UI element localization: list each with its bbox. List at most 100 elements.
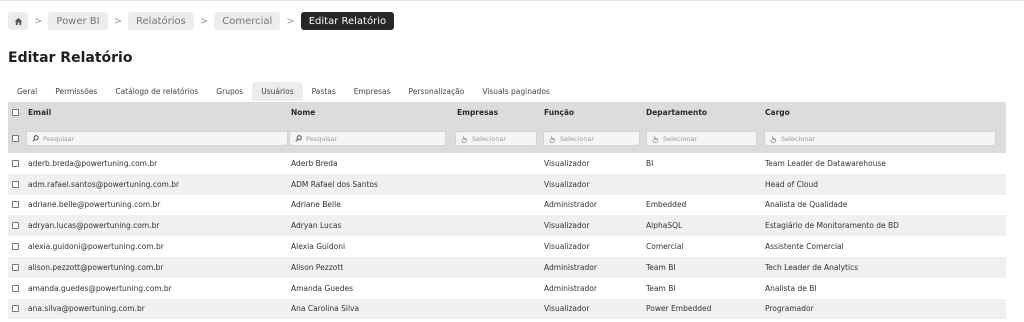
column-header-cargo[interactable]: Cargo <box>765 102 1005 123</box>
cell-cargo: Analista de BI <box>765 283 817 293</box>
email-search-input[interactable]: Pesquisar <box>26 131 288 146</box>
tab-empresas[interactable]: Empresas <box>345 82 400 101</box>
cell-email: alison.pezzott@powertuning.com.br <box>28 262 164 272</box>
pointer-icon <box>549 135 555 143</box>
table-row[interactable]: adriane.belle@powertuning.com.br Adriane… <box>8 195 1006 216</box>
tab-pastas[interactable]: Pastas <box>303 82 345 101</box>
cell-empresas <box>457 299 537 320</box>
column-header-departamento[interactable]: Departamento <box>646 102 758 123</box>
pointer-icon <box>652 135 658 143</box>
cell-empresas <box>457 215 537 236</box>
table-row[interactable]: ana.silva@powertuning.com.br Ana Carolin… <box>8 298 1006 320</box>
table-row[interactable]: alison.pezzott@powertuning.com.br Alison… <box>8 256 1006 278</box>
breadcrumb-relatorios[interactable]: Relatórios <box>128 12 194 30</box>
nome-search-placeholder: Pesquisar <box>306 134 338 143</box>
tab-bar: Geral Permissões Catálogo de relatórios … <box>8 81 559 101</box>
page-title: Editar Relatório <box>8 50 133 66</box>
cell-cargo: Programador <box>765 304 814 314</box>
pointer-icon <box>770 135 776 143</box>
departamento-select-placeholder: Selecionar <box>663 134 698 143</box>
row-checkbox[interactable] <box>12 284 19 292</box>
column-header-empresas[interactable]: Empresas <box>457 102 537 123</box>
empresas-select-placeholder: Selecionar <box>472 134 507 143</box>
column-header-nome[interactable]: Nome <box>291 102 451 123</box>
breadcrumb-comercial[interactable]: Comercial <box>214 12 281 30</box>
cell-empresas <box>457 278 537 299</box>
cell-funcao: Visualizador <box>544 221 590 231</box>
cell-email: amanda.guedes@powertuning.com.br <box>28 283 172 293</box>
tab-visuals-paginados[interactable]: Visuals paginados <box>473 82 559 101</box>
cell-email: adryan.lucas@powertuning.com.br <box>28 221 160 231</box>
cell-empresas <box>457 174 537 195</box>
nome-search-input[interactable]: Pesquisar <box>289 131 446 146</box>
table-row[interactable]: amanda.guedes@powertuning.com.br Amanda … <box>8 278 1006 299</box>
cell-departamento <box>646 174 758 195</box>
cell-cargo: Assistente Comercial <box>765 242 844 252</box>
cell-departamento: Comercial <box>646 242 684 252</box>
column-header-funcao[interactable]: Função <box>544 102 639 123</box>
cell-departamento: BI <box>646 158 654 168</box>
select-all-checkbox[interactable] <box>12 109 19 116</box>
tab-usuarios[interactable]: Usuários <box>252 82 303 101</box>
cell-nome: Alison Pezzott <box>291 262 344 272</box>
cell-cargo: Head of Cloud <box>765 179 819 189</box>
cell-departamento: Power Embedded <box>646 304 712 314</box>
breadcrumb-current: Editar Relatório <box>300 12 395 30</box>
table-header-row: Email Nome Empresas Função Departamento … <box>8 102 1006 123</box>
funcao-select-placeholder: Selecionar <box>560 134 595 143</box>
cell-cargo: Analista de Qualidade <box>765 200 848 210</box>
row-checkbox[interactable] <box>12 201 19 209</box>
tab-catalogo-relatorios[interactable]: Catálogo de relatórios <box>106 82 207 101</box>
breadcrumb-power-bi[interactable]: Power BI <box>48 12 108 30</box>
home-icon <box>14 17 22 25</box>
tab-personalizacao[interactable]: Personalização <box>400 82 474 101</box>
column-header-email[interactable]: Email <box>28 102 278 123</box>
funcao-select[interactable]: Selecionar <box>543 131 640 146</box>
row-checkbox[interactable] <box>12 243 19 251</box>
cell-empresas <box>457 257 537 278</box>
top-divider <box>0 0 1024 1</box>
tab-grupos[interactable]: Grupos <box>207 82 252 101</box>
table-row[interactable]: aderb.breda@powertuning.com.br Aderb Bre… <box>8 153 1006 174</box>
tab-permissoes[interactable]: Permissões <box>46 82 106 101</box>
table-row[interactable]: adryan.lucas@powertuning.com.br Adryan L… <box>8 215 1006 237</box>
cell-nome: Ana Carolina Silva <box>291 304 360 314</box>
cell-cargo: Tech Leader de Analytics <box>765 262 859 272</box>
cell-nome: Adriane Belle <box>291 200 341 210</box>
cell-nome: Adryan Lucas <box>291 221 342 231</box>
tab-geral[interactable]: Geral <box>8 82 46 101</box>
cell-email: ana.silva@powertuning.com.br <box>28 304 145 314</box>
table-filter-row: Pesquisar Pesquisar Selecionar Seleciona… <box>8 123 1006 153</box>
cargo-select[interactable]: Selecionar <box>764 131 996 146</box>
search-icon <box>32 135 39 142</box>
cell-cargo: Estagiário de Monitoramento de BD <box>765 221 899 231</box>
row-checkbox[interactable] <box>12 159 19 167</box>
cell-funcao: Visualizador <box>544 304 590 314</box>
cell-departamento: Team BI <box>646 262 676 272</box>
breadcrumb-separator: > <box>286 15 295 27</box>
table-row[interactable]: adm.rafael.santos@powertuning.com.br ADM… <box>8 173 1006 195</box>
cell-departamento: Team BI <box>646 283 676 293</box>
filter-row-checkbox[interactable] <box>12 134 19 142</box>
table-row[interactable]: alexia.guidoni@powertuning.com.br Alexia… <box>8 236 1006 257</box>
cell-email: alexia.guidoni@powertuning.com.br <box>28 242 164 252</box>
cell-funcao: Visualizador <box>544 242 590 252</box>
cell-empresas <box>457 195 537 216</box>
row-checkbox[interactable] <box>12 180 19 188</box>
breadcrumb-separator: > <box>113 15 123 27</box>
row-checkbox[interactable] <box>12 305 19 313</box>
cell-cargo: Team Leader de Datawarehouse <box>765 158 886 168</box>
search-icon <box>295 135 302 142</box>
cell-nome: Aderb Breda <box>291 158 338 168</box>
cell-empresas <box>457 236 537 257</box>
empresas-select[interactable]: Selecionar <box>455 131 537 146</box>
breadcrumb-home[interactable] <box>8 12 28 30</box>
departamento-select[interactable]: Selecionar <box>646 131 757 146</box>
cell-email: aderb.breda@powertuning.com.br <box>28 158 158 168</box>
cell-funcao: Visualizador <box>544 179 590 189</box>
breadcrumb-separator: > <box>199 15 209 27</box>
pointer-icon <box>461 135 467 143</box>
row-checkbox[interactable] <box>12 263 19 271</box>
cell-departamento: AlphaSQL <box>646 221 683 231</box>
row-checkbox[interactable] <box>12 222 19 230</box>
